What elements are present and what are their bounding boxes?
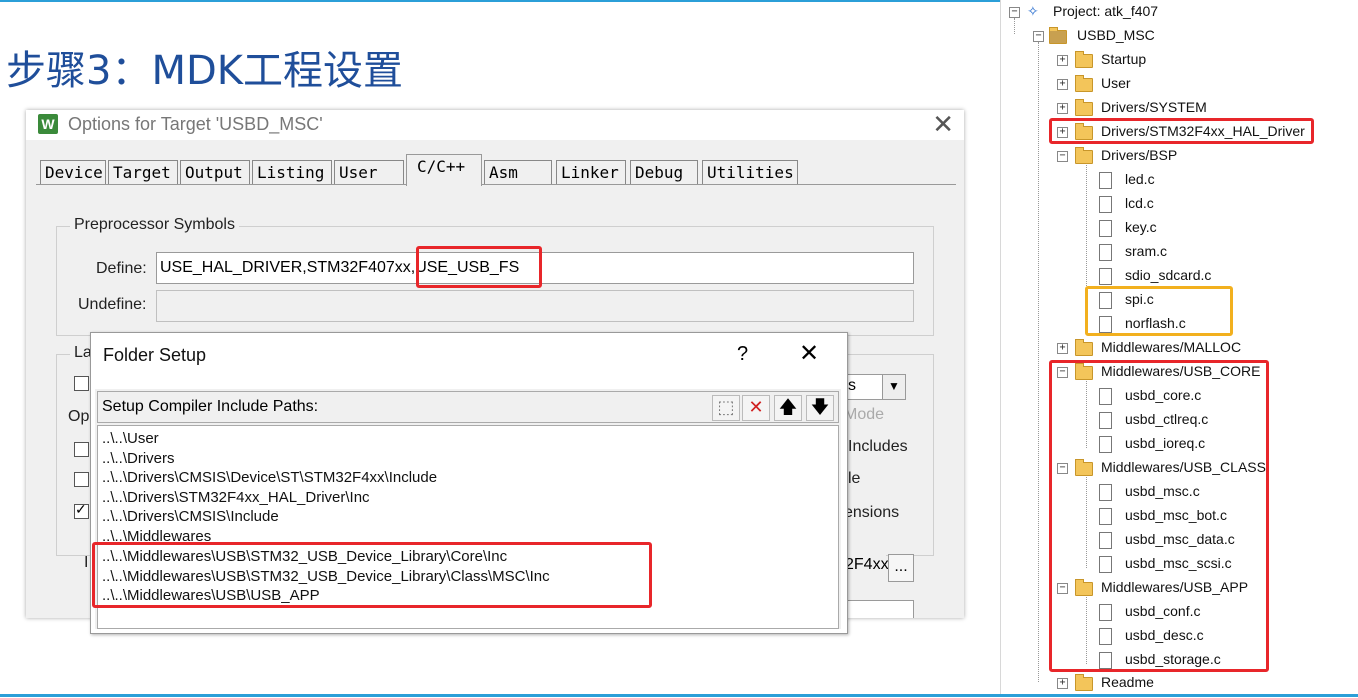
list-item[interactable]: ..\..\Drivers\CMSIS\Device\ST\STM32F4xx\… [102, 469, 437, 486]
folder-icon [1075, 99, 1093, 116]
file-label: key.c [1125, 219, 1157, 235]
include-paths-field[interactable]: 2F4xx [842, 550, 889, 582]
new-folder-icon[interactable]: ⬚ [712, 395, 740, 421]
group-label: Drivers/BSP [1101, 147, 1178, 163]
group-label: Drivers/SYSTEM [1101, 99, 1207, 115]
expand-icon[interactable]: + [1057, 55, 1068, 66]
folder-icon [1075, 51, 1093, 68]
tab-c-cpp[interactable]: C/C++ [406, 154, 482, 186]
folder-icon [1075, 674, 1093, 691]
folder-icon [1075, 339, 1093, 356]
file-icon [1099, 172, 1112, 189]
close-icon[interactable]: ✕ [799, 339, 819, 367]
includes-text: Includes [848, 438, 908, 455]
highlight-usb-middlewares [1049, 360, 1269, 672]
file-icon [1099, 220, 1112, 237]
collapse-icon[interactable]: − [1033, 31, 1044, 42]
options-titlebar: W Options for Target 'USBD_MSC' ✕ [26, 110, 964, 140]
tab-utilities[interactable]: Utilities [702, 160, 798, 184]
group-label: Readme [1101, 674, 1154, 690]
group-label: User [1101, 75, 1131, 91]
tab-listing[interactable]: Listing [252, 160, 332, 184]
include-paths-label: I [84, 554, 89, 571]
keil-logo-icon: W [38, 114, 58, 134]
folder-open-icon [1075, 147, 1093, 164]
extensions-text: ensions [844, 504, 900, 521]
mode-text: Mode [844, 406, 885, 423]
project-icon: ✧ [1027, 3, 1039, 19]
list-item[interactable]: ..\..\User [102, 430, 159, 447]
highlight-hal-driver [1049, 118, 1314, 144]
delete-icon[interactable]: ✕ [742, 395, 770, 421]
tab-asm[interactable]: Asm [484, 160, 552, 184]
file-icon [1099, 244, 1112, 261]
list-item[interactable]: ..\..\Drivers\STM32F4xx_HAL_Driver\Inc [102, 489, 370, 506]
tab-target[interactable]: Target [108, 160, 178, 184]
group-label: Middlewares/MALLOC [1101, 339, 1242, 355]
help-icon[interactable]: ? [737, 343, 748, 366]
misc-controls-field[interactable] [844, 600, 914, 618]
highlight-usb-include-paths [92, 542, 652, 608]
file-icon [1099, 268, 1112, 285]
expand-icon[interactable]: + [1057, 678, 1068, 689]
option-checkbox-1[interactable] [74, 376, 89, 391]
list-item[interactable]: ..\..\Drivers\CMSIS\Include [102, 508, 279, 525]
optimization-select[interactable]: s ▼ [844, 374, 906, 400]
project-tree: − ✧ Project: atk_f407 − USBD_MSC + Start… [1000, 0, 1358, 694]
highlight-usb-fs [416, 246, 542, 288]
option-checkbox-4[interactable] [74, 501, 89, 519]
optimization-select-text: s [848, 377, 856, 394]
tab-linker[interactable]: Linker [556, 160, 626, 184]
le-text: le [848, 470, 861, 487]
include-paths-bar-label: Setup Compiler Include Paths: [102, 398, 319, 415]
move-up-icon[interactable]: 🡅 [774, 395, 802, 421]
expand-icon[interactable]: + [1057, 343, 1068, 354]
expand-icon[interactable]: + [1057, 103, 1068, 114]
tab-device[interactable]: Device [40, 160, 106, 184]
collapse-icon[interactable]: − [1009, 7, 1020, 18]
group-label: Startup [1101, 51, 1147, 67]
define-label: Define: [96, 260, 147, 277]
file-label: lcd.c [1125, 195, 1154, 211]
target-name: USBD_MSC [1077, 27, 1155, 43]
tab-user[interactable]: User [334, 160, 404, 184]
undefine-label: Undefine: [78, 296, 147, 313]
tab-debug[interactable]: Debug [630, 160, 698, 184]
project-name: Project: atk_f407 [1053, 3, 1159, 19]
undefine-input[interactable] [156, 290, 914, 322]
tab-output[interactable]: Output [180, 160, 250, 184]
tab-divider [36, 184, 956, 185]
slide-title: 步骤3：MDK工程设置 [6, 48, 403, 94]
define-value-part1: USE_HAL_DRIVER,STM32F407xx, [160, 259, 416, 276]
collapse-icon[interactable]: − [1057, 151, 1068, 162]
folder-icon [1075, 75, 1093, 92]
file-label: sram.c [1125, 243, 1167, 259]
file-icon [1099, 196, 1112, 213]
list-item[interactable]: ..\..\Drivers [102, 450, 175, 467]
move-down-icon[interactable]: 🡇 [806, 395, 834, 421]
chevron-down-icon[interactable]: ▼ [882, 375, 905, 399]
target-icon [1049, 27, 1067, 44]
include-paths-toolbar: Setup Compiler Include Paths: ⬚ ✕ 🡅 🡇 [97, 391, 839, 423]
option-checkbox-2[interactable] [74, 442, 89, 457]
highlight-spi-norflash [1085, 286, 1233, 336]
option-checkbox-3[interactable] [74, 472, 89, 487]
expand-icon[interactable]: + [1057, 79, 1068, 90]
folder-setup-title: Folder Setup [103, 345, 207, 365]
tree-line [1014, 18, 1015, 34]
file-label: led.c [1125, 171, 1155, 187]
close-icon[interactable]: ✕ [932, 110, 954, 140]
browse-button[interactable]: ... [888, 554, 914, 582]
list-item[interactable]: ..\..\Middlewares [102, 528, 211, 542]
preprocessor-group-label: Preprocessor Symbols [70, 216, 239, 234]
file-label: sdio_sdcard.c [1125, 267, 1212, 283]
tree-line [1038, 42, 1039, 682]
optimization-label: Op [68, 408, 90, 425]
options-dialog-title: Options for Target 'USBD_MSC' [68, 114, 323, 134]
slide-frame-bottom [0, 694, 1358, 697]
